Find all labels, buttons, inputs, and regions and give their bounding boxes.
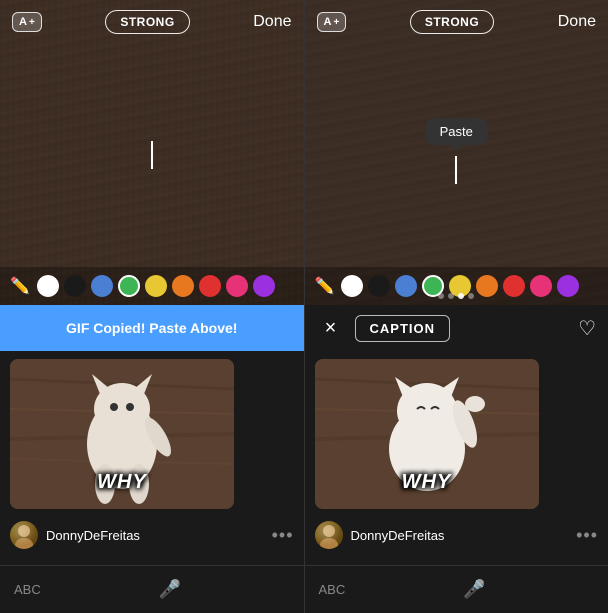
left-editor-area: A + STRONG Done ✏️ — [0, 0, 304, 305]
left-bottom-bar: ABC 🎤 — [0, 565, 304, 613]
dot-3 — [458, 293, 464, 299]
left-gif-section: WHY DonnyDeFreitas ••• — [0, 351, 304, 565]
right-style-button[interactable]: STRONG — [410, 10, 494, 34]
paste-tooltip-text: Paste — [440, 124, 473, 139]
right-done-button[interactable]: Done — [558, 13, 596, 31]
right-editor-area: A + STRONG Done Paste ✏️ — [305, 0, 608, 305]
color-orange[interactable] — [172, 275, 194, 297]
left-color-palette: ✏️ — [0, 267, 304, 305]
right-bottom-bar: ABC 🎤 — [305, 565, 608, 613]
right-font-size-plus: + — [333, 17, 339, 28]
right-caption-bar: × CAPTION ♡ — [305, 305, 608, 351]
left-done-button[interactable]: Done — [253, 13, 291, 31]
right-gif-thumbnail[interactable]: WHY — [315, 359, 539, 509]
color-yellow[interactable] — [145, 275, 167, 297]
color-green[interactable] — [118, 275, 140, 297]
color-blue[interactable] — [91, 275, 113, 297]
right-more-button[interactable]: ••• — [576, 526, 598, 544]
color-red[interactable] — [199, 275, 221, 297]
heart-icon[interactable]: ♡ — [578, 316, 596, 341]
close-button[interactable]: × — [317, 314, 345, 342]
left-style-button[interactable]: STRONG — [105, 10, 189, 34]
left-username: DonnyDeFreitas — [46, 528, 264, 543]
left-font-size-plus: + — [29, 17, 35, 28]
left-text-area[interactable] — [0, 42, 304, 267]
left-notification-text: GIF Copied! Paste Above! — [66, 320, 237, 336]
color-white[interactable] — [37, 275, 59, 297]
right-mic-icon[interactable]: 🎤 — [463, 579, 485, 600]
left-avatar — [10, 521, 38, 549]
right-font-size-label: A — [324, 16, 332, 28]
left-more-button[interactable]: ••• — [272, 526, 294, 544]
right-gif-section: WHY DonnyDeFreitas ••• — [305, 351, 608, 565]
dot-2 — [448, 293, 454, 299]
left-top-toolbar: A + STRONG Done — [0, 0, 304, 42]
left-user-info: DonnyDeFreitas ••• — [0, 517, 304, 557]
right-text-cursor — [455, 156, 457, 184]
right-abc-label: ABC — [319, 582, 346, 597]
right-font-size-button[interactable]: A + — [317, 12, 347, 32]
right-gif-item: WHY — [305, 351, 608, 517]
right-user-info: DonnyDeFreitas ••• — [305, 517, 608, 557]
left-why-text: WHY — [97, 471, 147, 494]
left-gif-thumbnail[interactable]: WHY — [10, 359, 234, 509]
color-pink[interactable] — [226, 275, 248, 297]
left-brush-icon[interactable]: ✏️ — [10, 276, 30, 296]
left-mic-icon[interactable]: 🎤 — [159, 579, 181, 600]
caption-button[interactable]: CAPTION — [355, 315, 451, 342]
left-font-size-label: A — [19, 16, 27, 28]
right-top-toolbar: A + STRONG Done — [305, 0, 608, 42]
paste-tooltip[interactable]: Paste — [426, 118, 487, 145]
right-username: DonnyDeFreitas — [351, 528, 569, 543]
left-abc-label: ABC — [14, 582, 41, 597]
left-font-size-button[interactable]: A + — [12, 12, 42, 32]
left-panel: A + STRONG Done ✏️ GIF Copied! Paste Abo… — [0, 0, 304, 613]
left-gif-item: WHY — [0, 351, 304, 517]
dot-4 — [468, 293, 474, 299]
color-purple[interactable] — [253, 275, 275, 297]
left-notification-bar: GIF Copied! Paste Above! — [0, 305, 304, 351]
right-text-area[interactable] — [305, 72, 608, 267]
left-text-cursor — [151, 141, 153, 169]
dots-indicator — [305, 287, 608, 305]
right-avatar — [315, 521, 343, 549]
color-black[interactable] — [64, 275, 86, 297]
right-panel: A + STRONG Done Paste ✏️ — [305, 0, 608, 613]
dot-1 — [438, 293, 444, 299]
right-why-text: WHY — [402, 471, 452, 494]
